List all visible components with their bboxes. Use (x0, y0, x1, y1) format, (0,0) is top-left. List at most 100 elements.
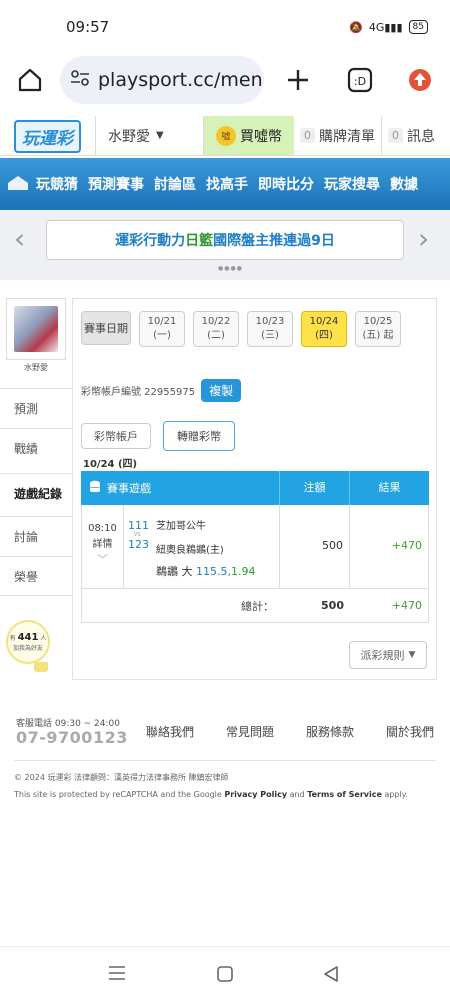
signal-label: 4G (368, 20, 385, 34)
status-icons: 🔕 4G▮▮▮ 85 (349, 20, 428, 34)
date-button[interactable]: 10/21 (一) (139, 311, 185, 347)
account-number: 彩幣帳戶編號 22955975 (81, 387, 196, 398)
battery-icon: 85 (408, 20, 428, 34)
game-time: 08:10 (88, 523, 117, 534)
mute-icon: 🔕 (349, 20, 363, 34)
recents-icon[interactable] (108, 965, 126, 985)
game-record-panel: 賽事日期 10/21 (一) 10/22 (二) 10/23 (三) 10/24… (72, 298, 437, 680)
add-friend-bulb[interactable]: 有 441 人 加我為好友 (6, 620, 50, 664)
sidebar-item-honors[interactable]: 榮譽 (0, 556, 72, 596)
update-icon[interactable] (404, 64, 436, 96)
copyright: © 2024 玩運彩 法律顧問：漢英得力法律事務所 陳鎮宏律師 (14, 773, 229, 782)
banner-text-a: 運彩行動力 (115, 233, 186, 249)
cart-link[interactable]: 0 購牌清單 (294, 116, 382, 155)
home-icon[interactable] (14, 64, 46, 96)
day-text: (五) 起 (362, 330, 394, 341)
date-button[interactable]: 10/25 (五) 起 (355, 311, 401, 347)
date-selector: 賽事日期 10/21 (一) 10/22 (二) 10/23 (三) 10/24… (81, 311, 401, 347)
sidebar-item-predict[interactable]: 預測 (0, 388, 72, 428)
site-header: 玩運彩 水野愛 ▼ 噓 買噓幣 0 購牌清單 0 訊息 (0, 116, 450, 156)
date-button-selected[interactable]: 10/24 (四) (301, 311, 347, 347)
user-dropdown[interactable]: 水野愛 ▼ (96, 116, 204, 155)
bulb-base-icon (34, 662, 48, 672)
privacy-policy-link[interactable]: Privacy Policy (224, 790, 287, 799)
date-button[interactable]: 10/23 (三) (247, 311, 293, 347)
home-number: 123 (128, 538, 149, 551)
recaptcha-text-c: and (287, 790, 308, 799)
nav-item-guess[interactable]: 玩競猜 (36, 174, 78, 194)
pick-odds: 1.94 (231, 565, 256, 578)
tab-coin-account[interactable]: 彩幣帳戶 (81, 423, 151, 449)
banner-text-b: 日籃 (185, 233, 214, 249)
back-icon[interactable] (322, 965, 340, 987)
database-icon (89, 480, 101, 497)
profile-name: 水野愛 (24, 363, 48, 372)
nav-item-predict[interactable]: 預測賽事 (88, 174, 144, 194)
terms-of-service-link[interactable]: Terms of Service (307, 790, 382, 799)
bulb-count: 441 (17, 632, 39, 643)
pick-handicap: 115.5 (196, 565, 228, 578)
banner-next-icon[interactable]: › (418, 222, 429, 255)
day-text: (一) (153, 330, 171, 341)
avatar (14, 306, 58, 352)
footer-link-contact[interactable]: 聯絡我們 (146, 723, 194, 740)
nav-item-experts[interactable]: 找高手 (206, 174, 248, 194)
address-bar[interactable]: playsport.cc/men (60, 56, 264, 104)
payout-rules-button[interactable]: 派彩規則 ▼ (349, 641, 427, 669)
date-text: 10/21 (147, 316, 177, 327)
nav-item-player-search[interactable]: 玩家搜尋 (324, 174, 380, 194)
recaptcha-text-a: This site is protected by reCAPTCHA and … (14, 790, 225, 799)
nav-item-data[interactable]: 數據 (390, 174, 418, 194)
messages-link[interactable]: 0 訊息 (382, 116, 441, 155)
nav-item-forum[interactable]: 討論區 (154, 174, 196, 194)
date-button[interactable]: 10/22 (二) (193, 311, 239, 347)
day-text: (二) (207, 330, 225, 341)
new-tab-icon[interactable] (282, 64, 314, 96)
avatar-frame[interactable] (6, 298, 66, 360)
footer-link-faq[interactable]: 常見問題 (226, 723, 274, 740)
tab-transfer-coins[interactable]: 轉贈彩幣 (163, 421, 235, 451)
pick-team: 鵜鶘 大 (156, 565, 193, 578)
signal-icon: 4G▮▮▮ (368, 20, 403, 34)
day-text: (四) (315, 330, 333, 341)
cell-time: 08:10 詳情 ﹀ (82, 505, 124, 588)
cell-bet: 500 (280, 505, 350, 588)
account-line: 彩幣帳戶編號 22955975 複製 (81, 379, 242, 402)
home-team: 紐奧良鵜鶘(主) (156, 545, 224, 556)
nav-item-livescore[interactable]: 即時比分 (258, 174, 314, 194)
copy-button[interactable]: 複製 (201, 379, 242, 402)
sidebar-item-discussion[interactable]: 討論 (0, 516, 72, 556)
chevron-down-icon[interactable]: ﹀ (82, 553, 123, 569)
footer-divider (14, 760, 436, 761)
total-result: +470 (391, 599, 422, 612)
cell-game: 111 VS 123 芝加哥公牛 紐奧良鵜鶘(主) 鵜鶘 大 115.5,1.9… (124, 505, 280, 588)
site-logo[interactable]: 玩運彩 (0, 116, 96, 156)
detail-link[interactable]: 詳情 (82, 537, 123, 553)
banner-text-c: 國際盤主推連過9日 (213, 233, 335, 249)
site-settings-icon[interactable] (70, 69, 90, 91)
promo-banner[interactable]: 運彩行動力 日籃 國際盤主推連過9日 (46, 220, 404, 260)
banner-dots: ●●●● (218, 265, 243, 272)
header-game-label: 賽事遊戲 (107, 482, 151, 495)
table-header: 賽事遊戲 注額 結果 (81, 471, 429, 505)
sidebar-item-game-log[interactable]: 遊戲紀錄 (0, 473, 72, 513)
buy-coins-button[interactable]: 噓 買噓幣 (204, 116, 294, 155)
support-phone[interactable]: 07-9700123 (16, 728, 128, 747)
nav-home-icon[interactable] (6, 175, 30, 191)
recaptcha-notice: This site is protected by reCAPTCHA and … (14, 790, 408, 799)
footer-link-terms[interactable]: 服務條款 (306, 723, 354, 740)
away-team: 芝加哥公牛 (156, 521, 206, 532)
sidebar-item-record[interactable]: 戰績 (0, 428, 72, 468)
bulb-suffix: 人 (40, 635, 47, 642)
table-total-row: 總計： 500 +470 (81, 589, 429, 623)
footer-link-about[interactable]: 關於我們 (386, 723, 434, 740)
record-date-title: 10/24 (四) (83, 459, 138, 470)
msg-label: 訊息 (407, 128, 435, 145)
tab-switcher-icon[interactable]: :D (344, 64, 376, 96)
home-button-icon[interactable] (216, 965, 234, 987)
cart-label: 購牌清單 (319, 128, 375, 145)
banner-prev-icon[interactable]: ‹ (14, 222, 25, 255)
svg-text::D: :D (354, 75, 366, 88)
cart-count: 0 (300, 128, 315, 143)
day-text: (三) (261, 330, 279, 341)
